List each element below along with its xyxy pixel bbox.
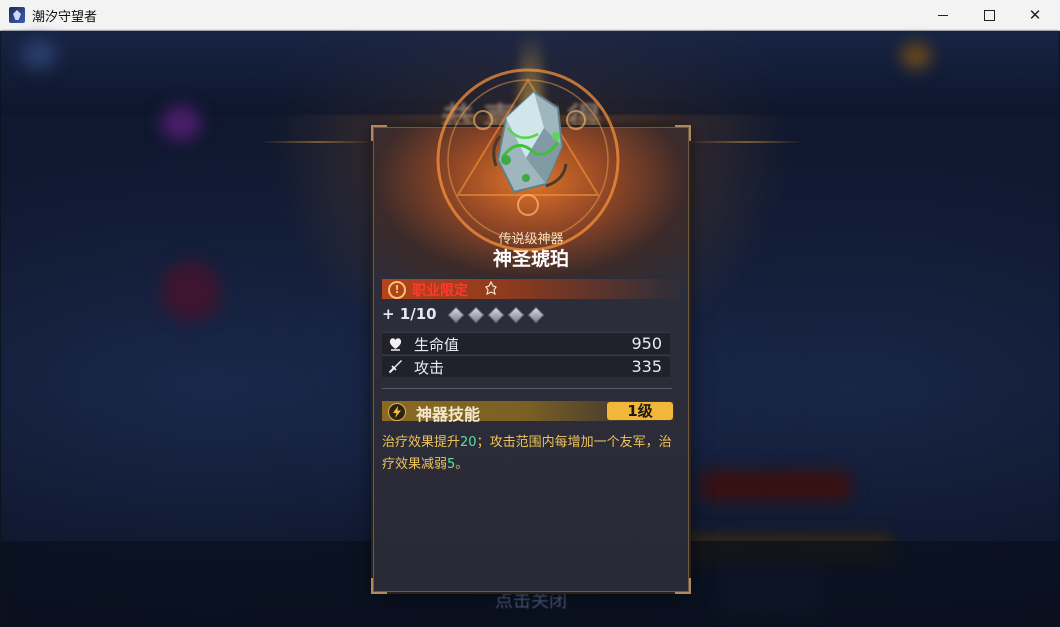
enhance-slot-gem-icon: [447, 306, 465, 324]
enhance-level: + 1/10: [382, 305, 437, 323]
skill-level-badge: 1级: [607, 402, 673, 420]
artifact-skill-bar: 神器技能 1级: [382, 401, 674, 424]
skill-desc-text: 治疗效果提升: [382, 435, 461, 450]
banner-wing-right: [685, 141, 805, 143]
skill-description: 治疗效果提升20；攻击范围内每增加一个友军，治疗效果减弱5。: [382, 432, 678, 476]
enhance-slot-gem-icon: [527, 306, 545, 324]
close-window-button[interactable]: ✕: [1012, 0, 1058, 30]
enhance-slot-gem-icon: [507, 306, 525, 324]
lightning-icon: [388, 403, 406, 421]
enhance-slot-gem-icon: [487, 306, 505, 324]
class-restriction-bar: ! 职业限定: [382, 279, 682, 299]
enhance-slot-gem-icon: [467, 306, 485, 324]
app-icon: [9, 7, 25, 23]
warning-icon: !: [388, 281, 406, 299]
card-corner-ornament: [675, 578, 691, 594]
maximize-button[interactable]: [966, 0, 1012, 30]
skill-desc-value: 20: [460, 435, 477, 450]
stat-value: 950: [631, 334, 662, 353]
background-blur: [901, 43, 931, 69]
stat-label: 攻击: [414, 359, 445, 377]
class-icon[interactable]: [484, 281, 498, 295]
class-restriction-label: 职业限定: [412, 283, 468, 299]
background-blur: [21, 39, 57, 69]
maximize-icon: [983, 9, 995, 21]
card-corner-ornament: [371, 125, 387, 141]
close-icon: ✕: [1028, 5, 1042, 24]
holy-amber-artifact-icon: [492, 90, 568, 194]
card-corner-ornament: [675, 125, 691, 141]
stat-row-hp: 生命值 950: [382, 332, 670, 354]
skill-desc-text: 。: [455, 457, 469, 472]
sword-icon: [388, 360, 402, 374]
card-corner-ornament: [371, 578, 387, 594]
minimize-button[interactable]: [920, 0, 966, 30]
window-title: 潮汐守望者: [32, 10, 98, 25]
minimize-icon: [938, 14, 948, 16]
section-divider: [382, 388, 672, 389]
stat-label: 生命值: [414, 336, 460, 354]
background-blur: [161, 261, 221, 321]
heart-icon: [389, 338, 402, 351]
background-blur: [701, 471, 851, 501]
skill-title: 神器技能: [416, 405, 481, 424]
banner-wing-left: [259, 141, 379, 143]
window-titlebar: 潮汐守望者 ✕: [0, 0, 1060, 31]
enhance-slots: [447, 306, 545, 324]
stat-value: 335: [631, 357, 662, 376]
background-blur: [161, 105, 201, 141]
stat-row-attack: 攻击 335: [382, 355, 670, 377]
